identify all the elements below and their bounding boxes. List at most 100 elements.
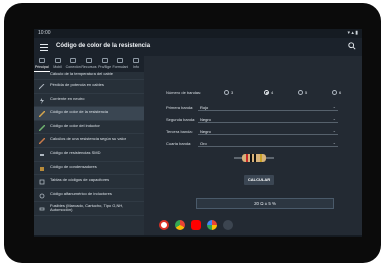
sidebar-item-capacitor-code[interactable]: Código de condensadores (34, 162, 144, 176)
result-display: 20 Ω ± 5 % (196, 198, 334, 209)
sidebar-item-smd-code[interactable]: Código de resistencias SMD (34, 148, 144, 162)
sidebar-item-inductor-color-code[interactable]: Código de color del inductor (34, 121, 144, 135)
nav-bar (34, 235, 362, 237)
home-icon (39, 58, 45, 63)
formula-icon (117, 58, 124, 63)
band-count-label: Número de bandas: (166, 90, 202, 95)
tab-label: Formulario (112, 65, 129, 69)
sidebar-item-label: Pérdida de potencia en cables (50, 82, 104, 87)
inductor-icon (39, 124, 45, 131)
status-time: 10:00 (38, 30, 51, 36)
third-band-value: Negro (200, 129, 211, 134)
resistor-band-2 (250, 154, 252, 162)
first-band-row: Primera banda: Rojo ⌄ (166, 103, 338, 112)
sidebar-item-label: Código alfanumérico de inductores (50, 190, 112, 196)
radio-6-bands[interactable] (332, 90, 337, 95)
tablet-frame: 10:00 ▾ ▴ ▮ Código de color de la resist… (4, 3, 381, 263)
tab-info[interactable]: Info (128, 56, 144, 72)
radio-5-bands[interactable] (298, 90, 303, 95)
first-band-label: Primera banda: (166, 105, 194, 110)
plug-icon (70, 58, 77, 63)
sidebar-item-cable-temperature[interactable]: Cálculo de la temperatura del cable (34, 72, 144, 80)
tab-label: Principal (34, 65, 49, 69)
chevron-down-icon: ⌄ (332, 128, 336, 133)
chevron-down-icon: ⌄ (332, 140, 336, 145)
table-icon (39, 179, 45, 185)
fourth-band-label: Cuarta banda: (166, 141, 192, 146)
tab-recursos[interactable]: Recursos (81, 56, 97, 72)
radio-label: 4 (271, 90, 274, 95)
fuse-icon (39, 207, 45, 211)
tab-principal[interactable]: Principal (34, 56, 50, 72)
youtube-icon[interactable] (191, 220, 201, 230)
sidebar-item-fuses[interactable]: Fusibles (Marcado, Cartucho, Tipo G,NH, … (34, 202, 144, 216)
tab-label: Pro/Bge (98, 65, 112, 69)
resistor-band-3 (254, 154, 256, 162)
tab-probge[interactable]: Pro/Bge (97, 56, 113, 72)
lightning-icon (40, 97, 44, 104)
first-band-value: Rojo (200, 105, 209, 110)
folder-icon (86, 58, 93, 63)
app-bar: Código de color de la resistencia (34, 38, 362, 56)
main-panel: Número de bandas: 3 4 5 6 Primera banda:… (144, 56, 362, 237)
sidebar-item-label: Tablas de códigos de capacitores (50, 177, 110, 183)
sidebar-item-label: Código de color del inductor (50, 122, 100, 128)
search-icon[interactable] (348, 42, 356, 50)
sidebar-item-resistor-color-code[interactable]: Código de color de la resistencia (34, 107, 144, 121)
sidebar-item-label: Código de color de la resistencia (50, 109, 109, 115)
dock (159, 219, 239, 232)
app-title: Código de color de la resistencia (56, 43, 151, 49)
sidebar-item-power-loss[interactable]: Pérdida de potencia en cables (34, 80, 144, 94)
third-band-select[interactable]: Negro ⌄ (198, 127, 338, 135)
second-band-row: Segunda banda: Negro ⌄ (166, 115, 338, 124)
sidebar-item-label: Código de resistencias SMD (50, 149, 101, 155)
resistor-value-icon (39, 138, 45, 145)
tab-mobil[interactable]: Mobil (50, 56, 66, 72)
sidebar-item-label: Código de condensadores (50, 163, 97, 169)
third-band-row: Tercera banda: Negro ⌄ (166, 127, 338, 136)
tab-label: Mobil (53, 65, 62, 69)
fourth-band-select[interactable]: Oro ⌄ (198, 139, 338, 147)
sidebar-item-label: Cálculo de la temperatura del cable (50, 72, 113, 76)
sidebar-item-capacitor-tables[interactable]: Tablas de códigos de capacitores (34, 175, 144, 189)
sidebar-item-resistor-by-value[interactable]: Calcúlos de una resistencia según su val… (34, 134, 144, 148)
sidebar-item-label: Fusibles (Marcado, Cartucho, Tipo G,NH, … (50, 202, 124, 213)
radio-label: 3 (231, 90, 234, 95)
band-count-row: Número de bandas: 3 4 5 6 (166, 89, 356, 97)
radio-4-bands[interactable] (264, 90, 269, 95)
sidebar-item-label: Calcúlos de una resistencia según su val… (50, 136, 127, 142)
sidebar-item-inductor-alphanumeric[interactable]: Código alfanumérico de inductores (34, 189, 144, 203)
menu-icon[interactable] (40, 42, 48, 52)
tab-conexion[interactable]: Conexión (65, 56, 81, 72)
fourth-band-value: Oro (200, 141, 207, 146)
second-band-label: Segunda banda: (166, 117, 196, 122)
chevron-down-icon: ⌄ (332, 104, 336, 109)
tab-formulario[interactable]: Formulario (112, 56, 128, 72)
status-bar: 10:00 ▾ ▴ ▮ (34, 29, 362, 38)
resistor-band-4 (260, 154, 262, 162)
status-icons: ▾ ▴ ▮ (347, 30, 358, 36)
tab-label: Conexión (65, 65, 81, 69)
tab-bar: Principal Mobil Conexión Recursos Pro/Bg… (34, 56, 144, 72)
gmail-icon[interactable] (159, 220, 169, 230)
smd-icon (40, 153, 44, 156)
mobile-icon (54, 58, 61, 63)
resistor-illustration (234, 154, 274, 162)
calculate-button[interactable]: CALCULAR (244, 175, 274, 185)
radio-3-bands[interactable] (224, 90, 229, 95)
sidebar-item-neutral-current[interactable]: Corriente en neutro (34, 94, 144, 108)
chrome-icon[interactable] (175, 220, 185, 230)
fourth-band-row: Cuarta banda: Oro ⌄ (166, 139, 338, 148)
sidebar: Cálculo de la temperatura del cable Pérd… (34, 72, 144, 237)
apps-icon[interactable] (223, 220, 233, 230)
radio-label: 5 (305, 90, 308, 95)
cable-icon (39, 84, 45, 90)
info-icon (133, 58, 140, 63)
settings-icon (101, 58, 108, 63)
first-band-select[interactable]: Rojo ⌄ (198, 103, 338, 111)
radio-label: 6 (339, 90, 342, 95)
photos-icon[interactable] (207, 220, 217, 230)
inductor-code-icon (39, 193, 45, 199)
second-band-select[interactable]: Negro ⌄ (198, 115, 338, 123)
resistor-band-1 (246, 154, 248, 162)
